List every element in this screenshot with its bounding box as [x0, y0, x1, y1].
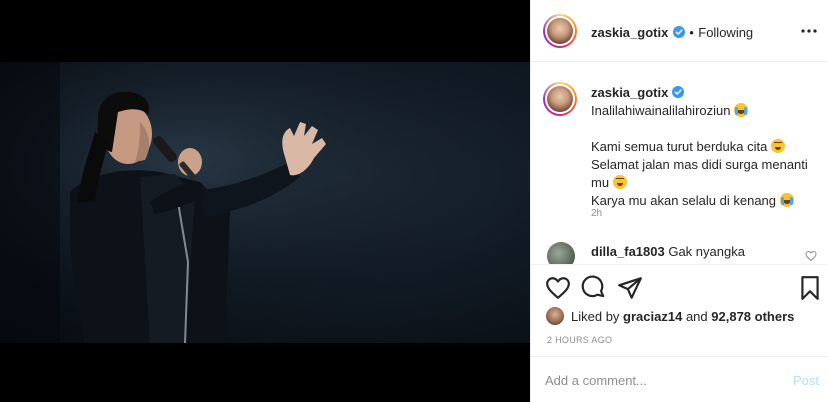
caption-username[interactable]: zaskia_gotix: [591, 85, 668, 100]
post-side-panel: zaskia_gotix • Following zaskia_gotix In…: [530, 0, 828, 402]
comment-text: dilla_fa1803 Gak nyangka: [591, 244, 745, 259]
caption-line-2: Kami semua turut berduka cita: [591, 139, 768, 154]
post-photo-pane[interactable]: [0, 0, 530, 402]
caption-time[interactable]: 2h: [591, 208, 602, 219]
post-photo[interactable]: [0, 62, 530, 343]
comment-avatar[interactable]: [547, 242, 575, 264]
comment-row: dilla_fa1803 Gak nyangka: [547, 242, 817, 264]
comment-username[interactable]: dilla_fa1803: [591, 244, 665, 259]
comment-body: Gak nyangka: [668, 244, 745, 259]
header-avatar[interactable]: [543, 14, 577, 48]
cry-emoji-icon: [734, 103, 749, 117]
post-header: zaskia_gotix • Following: [531, 0, 828, 62]
smile-emoji-icon: [612, 175, 627, 189]
singer-illustration: [0, 62, 530, 343]
action-bar: [531, 264, 828, 312]
liker-avatar[interactable]: [545, 306, 565, 326]
post-button[interactable]: Post: [793, 373, 819, 388]
heart-icon[interactable]: [545, 275, 571, 301]
add-comment-input[interactable]: [545, 371, 765, 389]
caption-area: zaskia_gotix Inalilahiwainalilahiroziun …: [531, 62, 828, 264]
post-timestamp[interactable]: 2 HOURS AGO: [547, 335, 612, 345]
following-button[interactable]: Following: [698, 25, 753, 40]
liker-username[interactable]: graciaz14: [623, 309, 682, 324]
add-comment-bar: Post: [531, 356, 828, 402]
likes-middle: and: [685, 309, 708, 324]
verified-icon: [671, 86, 684, 98]
header-user-line: zaskia_gotix • Following: [591, 24, 753, 42]
comment-heart-icon[interactable]: [805, 250, 817, 262]
caption-line-1: Inalilahiwainalilahiroziun: [591, 103, 731, 118]
cry-emoji-icon: [779, 193, 794, 207]
header-separator: •: [689, 25, 694, 40]
save-icon[interactable]: [797, 275, 823, 301]
smile-emoji-icon: [770, 139, 785, 153]
share-icon[interactable]: [617, 275, 643, 301]
caption-avatar[interactable]: [543, 82, 577, 116]
verified-icon: [672, 26, 685, 38]
more-icon[interactable]: [801, 22, 817, 36]
likes-prefix: Liked by: [571, 309, 620, 324]
caption-text: zaskia_gotix Inalilahiwainalilahiroziun …: [591, 84, 816, 210]
caption-line-3: Selamat jalan mas didi surga menanti: [591, 157, 808, 172]
instagram-post: zaskia_gotix • Following zaskia_gotix In…: [0, 0, 828, 402]
likes-count[interactable]: 92,878 others: [711, 309, 794, 324]
caption-line-5: Karya mu akan selalu di kenang: [591, 193, 777, 208]
caption-line-4: mu: [591, 175, 610, 190]
header-username[interactable]: zaskia_gotix: [591, 25, 668, 40]
comment-icon[interactable]: [581, 275, 607, 301]
